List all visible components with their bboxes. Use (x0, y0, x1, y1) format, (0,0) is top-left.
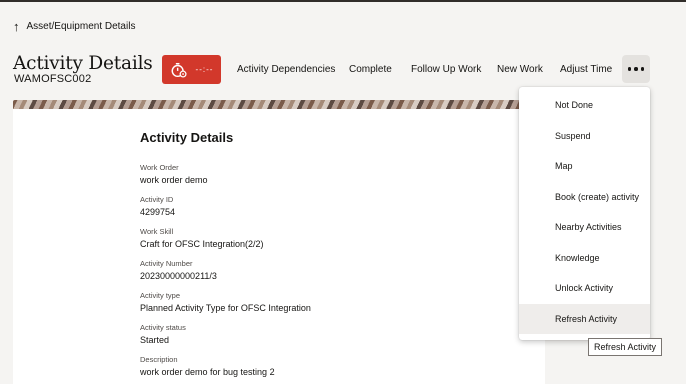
activity-dependencies-button[interactable]: Activity Dependencies (237, 62, 335, 78)
more-actions-button[interactable] (622, 55, 650, 83)
details-card (13, 109, 545, 384)
activity-type-label: Activity type (140, 291, 181, 300)
menu-item-map[interactable]: Map (519, 151, 650, 181)
menu-item-unlock-activity[interactable]: Unlock Activity (519, 273, 650, 303)
adjust-time-button[interactable]: Adjust Time (560, 62, 612, 78)
menu-item-book-activity[interactable]: Book (create) activity (519, 182, 650, 212)
work-skill-value: Craft for OFSC Integration(2/2) (140, 239, 264, 249)
work-order-value: work order demo (140, 175, 208, 185)
activity-id-value: 4299754 (140, 207, 176, 217)
activity-number-label: Activity Number (140, 259, 193, 268)
stopwatch-gear-icon (171, 62, 187, 78)
overflow-menu: Not Done Suspend Map Book (create) activ… (519, 87, 650, 340)
activity-status-label: Activity status (140, 323, 186, 332)
breadcrumb-back-link[interactable]: ↑ Asset/Equipment Details (13, 20, 135, 33)
page-title: Activity Details (13, 53, 153, 74)
work-order-label: Work Order (140, 163, 179, 172)
breadcrumb-label: Asset/Equipment Details (26, 21, 136, 32)
activity-id-label: Activity ID (140, 195, 174, 204)
page-subtitle: WAMOFSC002 (14, 73, 92, 85)
work-skill-label: Work Skill (140, 227, 174, 236)
tooltip: Refresh Activity (588, 338, 662, 356)
more-horizontal-icon (627, 67, 645, 71)
complete-button[interactable]: Complete (349, 62, 392, 78)
activity-timer-button[interactable]: --:-- (162, 55, 221, 84)
menu-item-refresh-activity[interactable]: Refresh Activity (519, 304, 650, 334)
menu-item-not-done[interactable]: Not Done (519, 90, 650, 120)
follow-up-work-button[interactable]: Follow Up Work (411, 62, 481, 78)
description-value: work order demo for bug testing 2 (140, 367, 275, 377)
activity-type-value: Planned Activity Type for OFSC Integrati… (140, 303, 311, 313)
arrow-up-icon: ↑ (13, 19, 20, 34)
activity-number-value: 20230000000211/3 (140, 271, 217, 281)
description-label: Description (140, 355, 178, 364)
menu-item-suspend[interactable]: Suspend (519, 121, 650, 151)
section-title: Activity Details (140, 130, 234, 145)
activity-status-value: Started (140, 335, 170, 345)
menu-item-knowledge[interactable]: Knowledge (519, 243, 650, 273)
menu-item-nearby-activities[interactable]: Nearby Activities (519, 212, 650, 242)
timer-value: --:-- (195, 65, 214, 74)
decorative-banner (13, 100, 545, 109)
new-work-button[interactable]: New Work (497, 62, 543, 78)
top-border (0, 0, 686, 2)
